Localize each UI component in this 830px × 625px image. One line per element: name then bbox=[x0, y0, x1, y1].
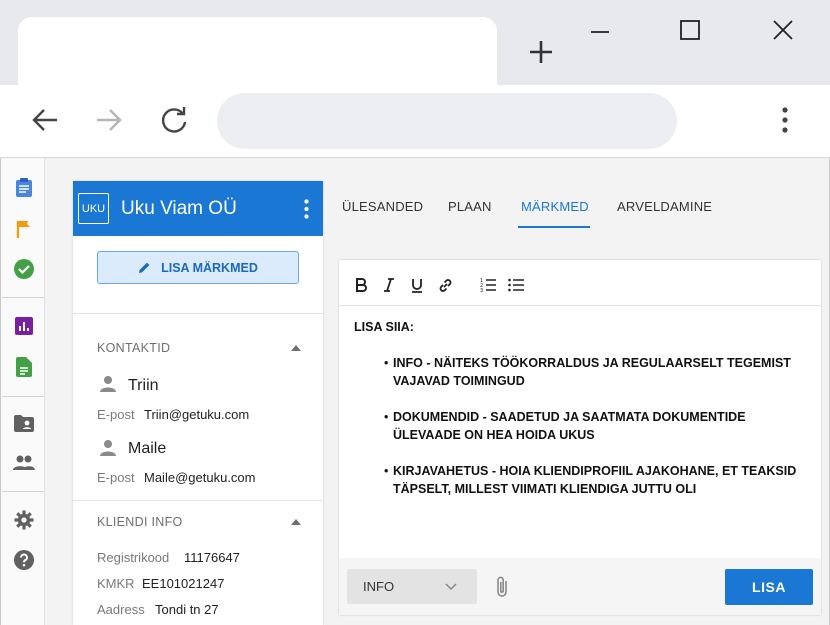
person-icon bbox=[100, 376, 116, 392]
plus-icon[interactable] bbox=[522, 33, 560, 71]
tab-billing[interactable]: ARVELDAMINE bbox=[617, 199, 712, 214]
divider bbox=[73, 313, 323, 314]
tab-notes[interactable]: MÄRKMED bbox=[521, 199, 589, 214]
pencil-icon bbox=[139, 262, 150, 273]
browser-tab[interactable] bbox=[18, 17, 497, 87]
rail-divider bbox=[2, 491, 44, 492]
bullet-list-icon[interactable] bbox=[506, 275, 526, 295]
list-item: DOKUMENDID - SAADETUD JA SAATMATA DOKUME… bbox=[354, 408, 804, 444]
contacts-folder-icon[interactable] bbox=[13, 412, 35, 434]
vat-label: KMKR bbox=[97, 576, 135, 591]
add-note-submit-button[interactable]: LISA bbox=[725, 569, 813, 605]
vat-value: EE101021247 bbox=[142, 576, 225, 591]
svg-text:3: 3 bbox=[480, 288, 483, 292]
back-icon[interactable] bbox=[25, 100, 65, 140]
company-name: Uku Viam OÜ bbox=[121, 198, 237, 219]
tab-tasks[interactable]: ÜLESANDED bbox=[342, 199, 423, 214]
list-item: INFO - NÄITEKS TÖÖKORRALDUS JA REGULAARS… bbox=[354, 354, 804, 390]
contact-email[interactable]: Maile@getuku.com bbox=[144, 470, 255, 485]
italic-icon[interactable] bbox=[379, 275, 399, 295]
editor-content[interactable]: LISA SIIA: INFO - NÄITEKS TÖÖKORRALDUS J… bbox=[354, 318, 804, 516]
close-icon[interactable] bbox=[763, 10, 803, 50]
reload-icon[interactable] bbox=[154, 100, 194, 140]
add-note-label: LISA MÄRKMED bbox=[161, 260, 258, 275]
active-tab-indicator bbox=[518, 226, 590, 228]
note-bullet-list: INFO - NÄITEKS TÖÖKORRALDUS JA REGULAARS… bbox=[354, 354, 804, 498]
address-label: Aadress bbox=[97, 602, 145, 617]
client-info-section-title: KLIENDI INFO bbox=[97, 515, 183, 529]
check-icon[interactable] bbox=[13, 258, 35, 280]
tasks-icon[interactable] bbox=[13, 176, 35, 198]
address-value: Tondi tn 27 bbox=[155, 602, 219, 617]
registry-code-label: Registrikood bbox=[97, 550, 170, 565]
company-logo: UKU bbox=[78, 193, 109, 224]
link-icon[interactable] bbox=[435, 275, 455, 295]
flag-icon[interactable] bbox=[13, 218, 35, 240]
add-note-button[interactable]: LISA MÄRKMED bbox=[97, 251, 299, 284]
contact-name: Maile bbox=[128, 440, 167, 457]
underline-icon[interactable] bbox=[407, 275, 427, 295]
chart-icon[interactable] bbox=[13, 315, 35, 337]
forward-icon[interactable] bbox=[89, 100, 129, 140]
more-vert-icon[interactable] bbox=[770, 100, 800, 140]
email-label: E-post bbox=[97, 407, 135, 422]
bold-icon[interactable] bbox=[351, 275, 371, 295]
address-bar[interactable] bbox=[217, 93, 677, 149]
tab-plan[interactable]: PLAAN bbox=[448, 199, 492, 214]
rail-divider bbox=[2, 297, 44, 298]
help-icon[interactable] bbox=[13, 549, 35, 571]
settings-icon[interactable] bbox=[13, 509, 35, 531]
divider bbox=[73, 500, 323, 501]
chevron-down-icon bbox=[445, 583, 457, 591]
note-heading: LISA SIIA: bbox=[354, 320, 414, 334]
attachment-icon[interactable] bbox=[494, 575, 512, 599]
list-item: KIRJAVAHETUS - HOIA KLIENDIPROFIIL AJAKO… bbox=[354, 462, 804, 498]
note-type-select[interactable]: INFO bbox=[347, 569, 477, 604]
maximize-icon[interactable] bbox=[670, 10, 710, 50]
document-icon[interactable] bbox=[13, 356, 35, 378]
registry-code-value: 11176647 bbox=[184, 550, 240, 565]
email-label: E-post bbox=[97, 470, 135, 485]
more-vert-icon[interactable] bbox=[298, 198, 314, 220]
contacts-section-title: KONTAKTID bbox=[97, 341, 171, 355]
note-type-value: INFO bbox=[363, 579, 395, 594]
contact-name: Triin bbox=[128, 377, 159, 394]
minimize-icon[interactable] bbox=[580, 12, 620, 52]
rail-divider bbox=[2, 396, 44, 397]
collapse-icon[interactable] bbox=[291, 519, 301, 525]
person-icon bbox=[100, 440, 116, 456]
side-rail bbox=[1, 158, 45, 625]
collapse-icon[interactable] bbox=[291, 345, 301, 351]
people-icon[interactable] bbox=[13, 452, 35, 474]
numbered-list-icon[interactable]: 123 bbox=[478, 275, 498, 295]
contact-email[interactable]: Triin@getuku.com bbox=[144, 407, 249, 422]
